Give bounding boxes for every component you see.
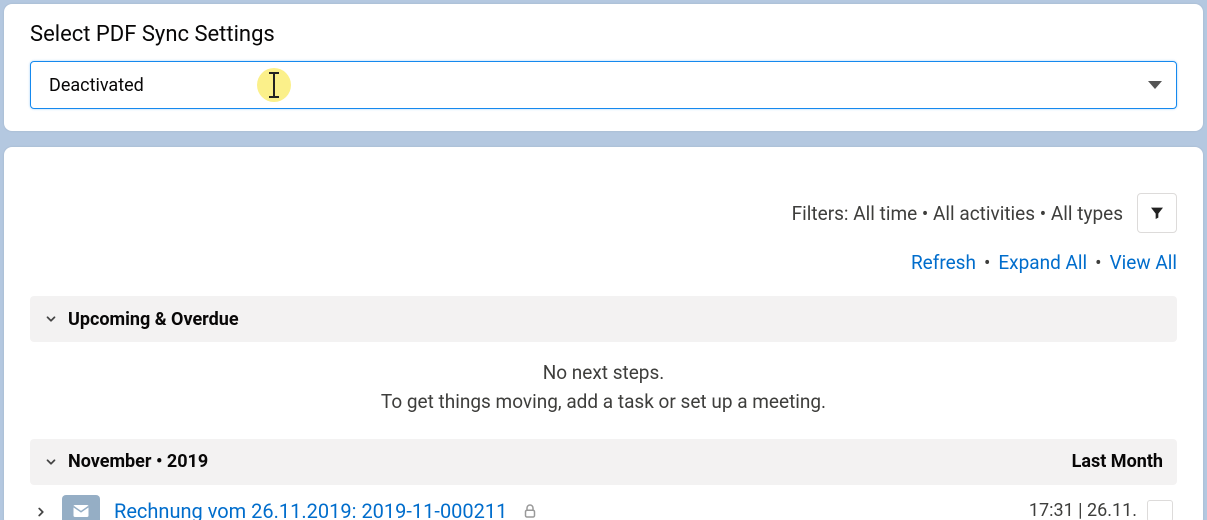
activity-menu-button[interactable] bbox=[1147, 500, 1173, 520]
expand-all-link[interactable]: Expand All bbox=[998, 251, 1087, 274]
section-month[interactable]: November • 2019 Last Month bbox=[30, 439, 1177, 485]
filter-button[interactable] bbox=[1137, 193, 1177, 233]
settings-title: Select PDF Sync Settings bbox=[30, 22, 1177, 47]
empty-line-1: No next steps. bbox=[30, 358, 1177, 387]
chevron-right-icon bbox=[34, 504, 48, 518]
action-links-row: Refresh • Expand All • View All bbox=[30, 233, 1177, 296]
month-relative-label: Last Month bbox=[1072, 451, 1163, 472]
view-all-link[interactable]: View All bbox=[1110, 251, 1177, 274]
email-icon bbox=[62, 495, 100, 520]
filter-icon bbox=[1148, 205, 1166, 221]
activity-time: 17:31 | 26.11. bbox=[1029, 500, 1137, 520]
pdf-sync-settings-card: Select PDF Sync Settings Deactivated bbox=[4, 4, 1203, 131]
month-title: November • 2019 bbox=[68, 451, 208, 472]
activity-subject-link[interactable]: Rechnung vom 26.11.2019: 2019-11-000211 bbox=[114, 499, 507, 520]
chevron-down-icon bbox=[44, 312, 58, 326]
section-upcoming[interactable]: Upcoming & Overdue bbox=[30, 296, 1177, 342]
text-cursor-indicator bbox=[257, 68, 291, 102]
section-title: Upcoming & Overdue bbox=[68, 309, 239, 330]
empty-line-2: To get things moving, add a task or set … bbox=[30, 387, 1177, 416]
lock-icon bbox=[521, 502, 539, 520]
empty-state: No next steps. To get things moving, add… bbox=[30, 342, 1177, 439]
filters-summary: Filters: All time • All activities • All… bbox=[792, 202, 1123, 225]
refresh-link[interactable]: Refresh bbox=[911, 251, 976, 274]
filter-row: Filters: All time • All activities • All… bbox=[30, 147, 1177, 233]
sync-settings-select[interactable]: Deactivated bbox=[30, 61, 1177, 109]
activity-timeline-card: Filters: All time • All activities • All… bbox=[4, 147, 1203, 520]
select-value: Deactivated bbox=[49, 75, 144, 96]
chevron-down-icon bbox=[44, 455, 58, 469]
activity-entry[interactable]: Rechnung vom 26.11.2019: 2019-11-000211 … bbox=[30, 485, 1177, 520]
caret-down-icon bbox=[1148, 81, 1162, 89]
